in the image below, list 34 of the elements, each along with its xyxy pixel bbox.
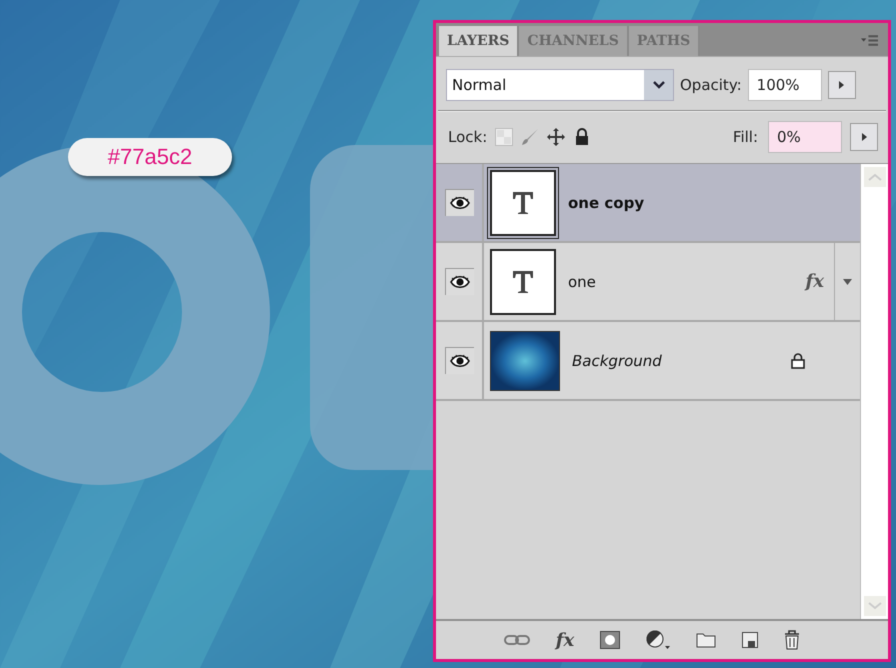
image-layer-thumbnail bbox=[490, 330, 560, 390]
color-callout: #77a5c2 bbox=[68, 138, 232, 176]
folder-icon[interactable] bbox=[696, 632, 716, 648]
mask-icon[interactable] bbox=[600, 631, 620, 649]
layer-name: one copy bbox=[568, 194, 644, 212]
fill-slider-button[interactable] bbox=[850, 123, 878, 151]
move-icon[interactable] bbox=[547, 128, 566, 146]
opacity-slider-button[interactable] bbox=[828, 71, 856, 99]
panel-menu-icon[interactable] bbox=[861, 35, 878, 46]
opacity-label: Opacity: bbox=[680, 76, 742, 94]
eye-icon[interactable] bbox=[444, 347, 474, 374]
type-layer-thumbnail bbox=[490, 248, 556, 314]
layer-name: one bbox=[568, 272, 596, 290]
link-icon[interactable] bbox=[504, 634, 530, 646]
eye-icon[interactable] bbox=[444, 268, 474, 295]
new-layer-icon[interactable] bbox=[742, 632, 758, 648]
fill-field[interactable]: 0% bbox=[768, 121, 842, 153]
fill-label: Fill: bbox=[732, 128, 758, 146]
blend-mode-dropdown[interactable]: Normal bbox=[446, 69, 674, 101]
layer-row[interactable]: one fx bbox=[436, 243, 860, 322]
chevron-down-icon[interactable] bbox=[652, 81, 664, 89]
add-style-button[interactable]: fx bbox=[556, 630, 574, 650]
layer-row[interactable]: one copy bbox=[436, 164, 860, 243]
adjustment-icon[interactable] bbox=[646, 630, 670, 650]
lock-label: Lock: bbox=[448, 128, 488, 146]
tab[interactable]: LAYERS bbox=[439, 26, 520, 56]
triangle-icon bbox=[860, 132, 868, 142]
effects-label: fx bbox=[806, 271, 824, 292]
triangle-icon bbox=[838, 80, 846, 90]
layer-name: Background bbox=[572, 352, 662, 370]
trash-icon[interactable] bbox=[784, 630, 800, 650]
eye-icon[interactable] bbox=[444, 189, 474, 216]
opacity-field[interactable]: 100% bbox=[748, 69, 822, 101]
layer-row[interactable]: Background bbox=[436, 322, 860, 401]
